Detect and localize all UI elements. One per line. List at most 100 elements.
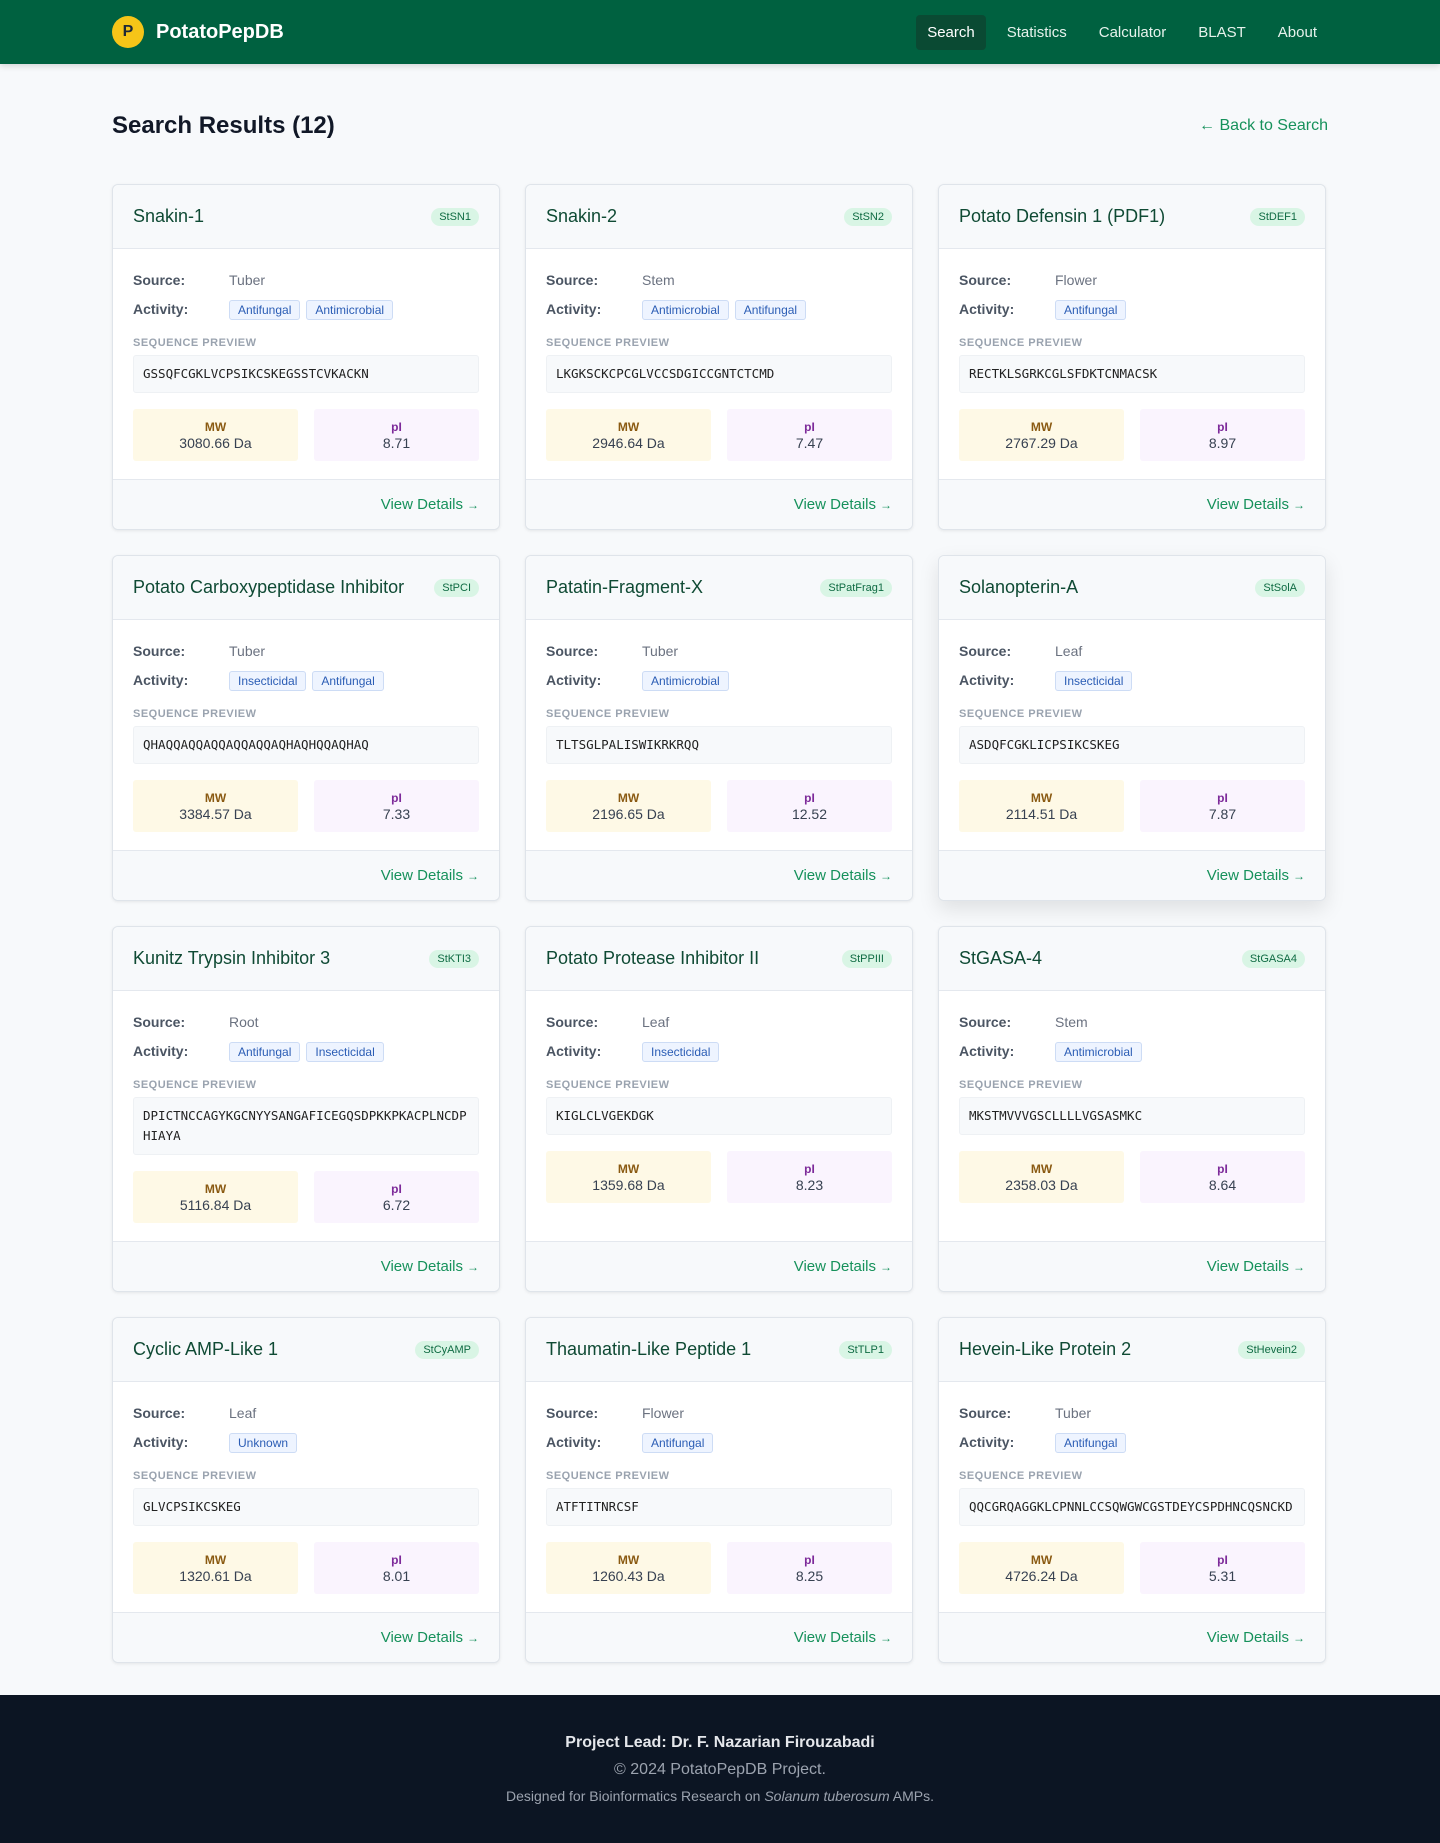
page-title: Search Results (12) (112, 112, 335, 139)
source-row: Source: Tuber (959, 1402, 1305, 1424)
nav-calculator[interactable]: Calculator (1088, 15, 1178, 50)
view-details-link[interactable]: View Details → (381, 1629, 479, 1646)
peptide-id-badge: StCyAMP (415, 1340, 479, 1359)
activity-tag: Antimicrobial (642, 671, 729, 691)
view-details-label: View Details (793, 867, 876, 884)
card-footer: View Details → (113, 850, 499, 900)
view-details-link[interactable]: View Details → (381, 496, 479, 513)
card-header: Kunitz Trypsin Inhibitor 3 StKTI3 (113, 927, 499, 991)
nav-statistics[interactable]: Statistics (996, 15, 1078, 50)
pi-label: pI (391, 790, 402, 805)
view-details-link[interactable]: View Details → (794, 867, 892, 884)
nav-blast[interactable]: BLAST (1187, 15, 1257, 50)
source-label: Source: (546, 1405, 599, 1421)
view-details-link[interactable]: View Details → (1207, 867, 1305, 884)
pi-label: pI (804, 419, 815, 434)
source-value: Flower (1055, 272, 1098, 288)
mw-value: 2946.64 Da (592, 434, 665, 451)
mw-label: MW (617, 419, 640, 434)
peptide-name: Solanopterin-A (959, 577, 1079, 597)
mw-value: 4726.24 Da (1005, 1567, 1078, 1584)
activity-row: Activity: Antifungal (959, 1431, 1305, 1453)
card-header: Snakin-2 StSN2 (526, 185, 912, 249)
view-details-link[interactable]: View Details → (794, 496, 892, 513)
card-body: Source: Stem Activity: Antimicrobial Antifun… (526, 249, 912, 479)
source-row: Source: Leaf (133, 1402, 479, 1424)
activity-tags: Antimicrobial Antifungal (642, 300, 812, 320)
card-body: Source: Tuber Activity: Antifungal SEQUENCE … (939, 1382, 1325, 1612)
logo-icon: P (112, 16, 144, 48)
mw-box: MW 5116.84 Da (133, 1171, 298, 1223)
view-details-link[interactable]: View Details → (794, 1258, 892, 1275)
activity-label: Activity: (133, 301, 189, 317)
nav-search[interactable]: Search (916, 14, 986, 50)
source-value: Leaf (642, 1014, 670, 1030)
arrow-right-icon: → (880, 869, 892, 883)
view-details-link[interactable]: View Details → (1207, 1258, 1305, 1275)
view-details-link[interactable]: View Details → (381, 867, 479, 884)
view-details-link[interactable]: View Details → (381, 1258, 479, 1275)
source-row: Source: Leaf (959, 640, 1305, 662)
activity-tags: Insecticidal (642, 1042, 725, 1062)
card-header: Thaumatin-Like Peptide 1 StTLP1 (526, 1318, 912, 1382)
source-row: Source: Tuber (133, 269, 479, 291)
pi-value: 8.71 (382, 434, 411, 451)
mw-value: 3384.57 Da (179, 805, 252, 822)
pi-box: pI 12.52 (727, 780, 892, 832)
source-row: Source: Tuber (546, 640, 892, 662)
mw-label: MW (617, 1161, 640, 1176)
source-label: Source: (959, 1405, 1012, 1421)
peptide-id-badge: StTLP1 (839, 1340, 892, 1359)
activity-row: Activity: Antifungal Insecticidal (133, 1040, 479, 1062)
metrics: MW 3080.66 Da pI 8.71 (133, 409, 479, 461)
pi-value: 7.47 (795, 434, 824, 451)
peptide-name: Kunitz Trypsin Inhibitor 3 (133, 948, 331, 968)
activity-label: Activity: (546, 672, 602, 688)
back-to-search-link[interactable]: ← Back to Search (1199, 117, 1328, 135)
activity-tag: Antimicrobial (642, 300, 729, 320)
nav-links: Search Statistics Calculator BLAST About (916, 14, 1328, 50)
card-body: Source: Leaf Activity: Insecticidal SEQUENCE… (526, 991, 912, 1241)
brand-name: PotatoPepDB (156, 20, 284, 43)
peptide-card: Solanopterin-A StSolA Source: Leaf Activity:… (938, 555, 1326, 901)
peptide-name: Hevein-Like Protein 2 (959, 1339, 1132, 1359)
view-details-link[interactable]: View Details → (1207, 1629, 1305, 1646)
card-body: Source: Tuber Activity: Insecticidal Antifun… (113, 620, 499, 850)
top-navbar: P PotatoPepDB Search Statistics Calculator… (0, 0, 1440, 64)
activity-row: Activity: Insecticidal (959, 669, 1305, 691)
card-header: Snakin-1 StSN1 (113, 185, 499, 249)
source-value: Tuber (1055, 1405, 1092, 1421)
card-footer: View Details → (113, 479, 499, 529)
activity-tags: Unknown (229, 1433, 303, 1453)
card-footer: View Details → (939, 1612, 1325, 1662)
brand[interactable]: P PotatoPepDB (112, 16, 284, 48)
source-label: Source: (133, 643, 186, 659)
mw-label: MW (204, 790, 227, 805)
pi-value: 5.31 (1208, 1567, 1237, 1584)
card-body: Source: Tuber Activity: Antimicrobial SEQUEN… (526, 620, 912, 850)
metrics: MW 4726.24 Da pI 5.31 (959, 1542, 1305, 1594)
results-header: Search Results (12) ← Back to Search (112, 64, 1328, 158)
pi-box: pI 8.25 (727, 1542, 892, 1594)
mw-label: MW (1030, 1161, 1053, 1176)
view-details-link[interactable]: View Details → (794, 1629, 892, 1646)
source-row: Source: Leaf (546, 1011, 892, 1033)
view-details-link[interactable]: View Details → (1207, 496, 1305, 513)
card-header: Potato Carboxypeptidase Inhibitor StPCI (113, 556, 499, 620)
arrow-right-icon: → (467, 1631, 479, 1645)
footer-note-suffix: AMPs. (892, 1788, 934, 1804)
activity-tags: Antifungal (642, 1433, 719, 1453)
card-footer: View Details → (526, 850, 912, 900)
activity-tags: Insecticidal (1055, 671, 1138, 691)
sequence-preview: MKSTMVVVGSCLLLLVGSASMKC (959, 1097, 1305, 1135)
source-row: Source: Stem (959, 1011, 1305, 1033)
mw-value: 1359.68 Da (592, 1176, 665, 1193)
peptide-name: Patatin-Fragment-X (546, 577, 704, 597)
nav-about[interactable]: About (1267, 15, 1328, 50)
view-details-label: View Details (793, 1629, 876, 1646)
mw-box: MW 1320.61 Da (133, 1542, 298, 1594)
footer-note-species: Solanum tuberosum (764, 1788, 890, 1804)
activity-tags: Antifungal Insecticidal (229, 1042, 390, 1062)
source-value: Flower (642, 1405, 685, 1421)
sequence-preview-label: SEQUENCE PREVIEW (959, 708, 1083, 720)
